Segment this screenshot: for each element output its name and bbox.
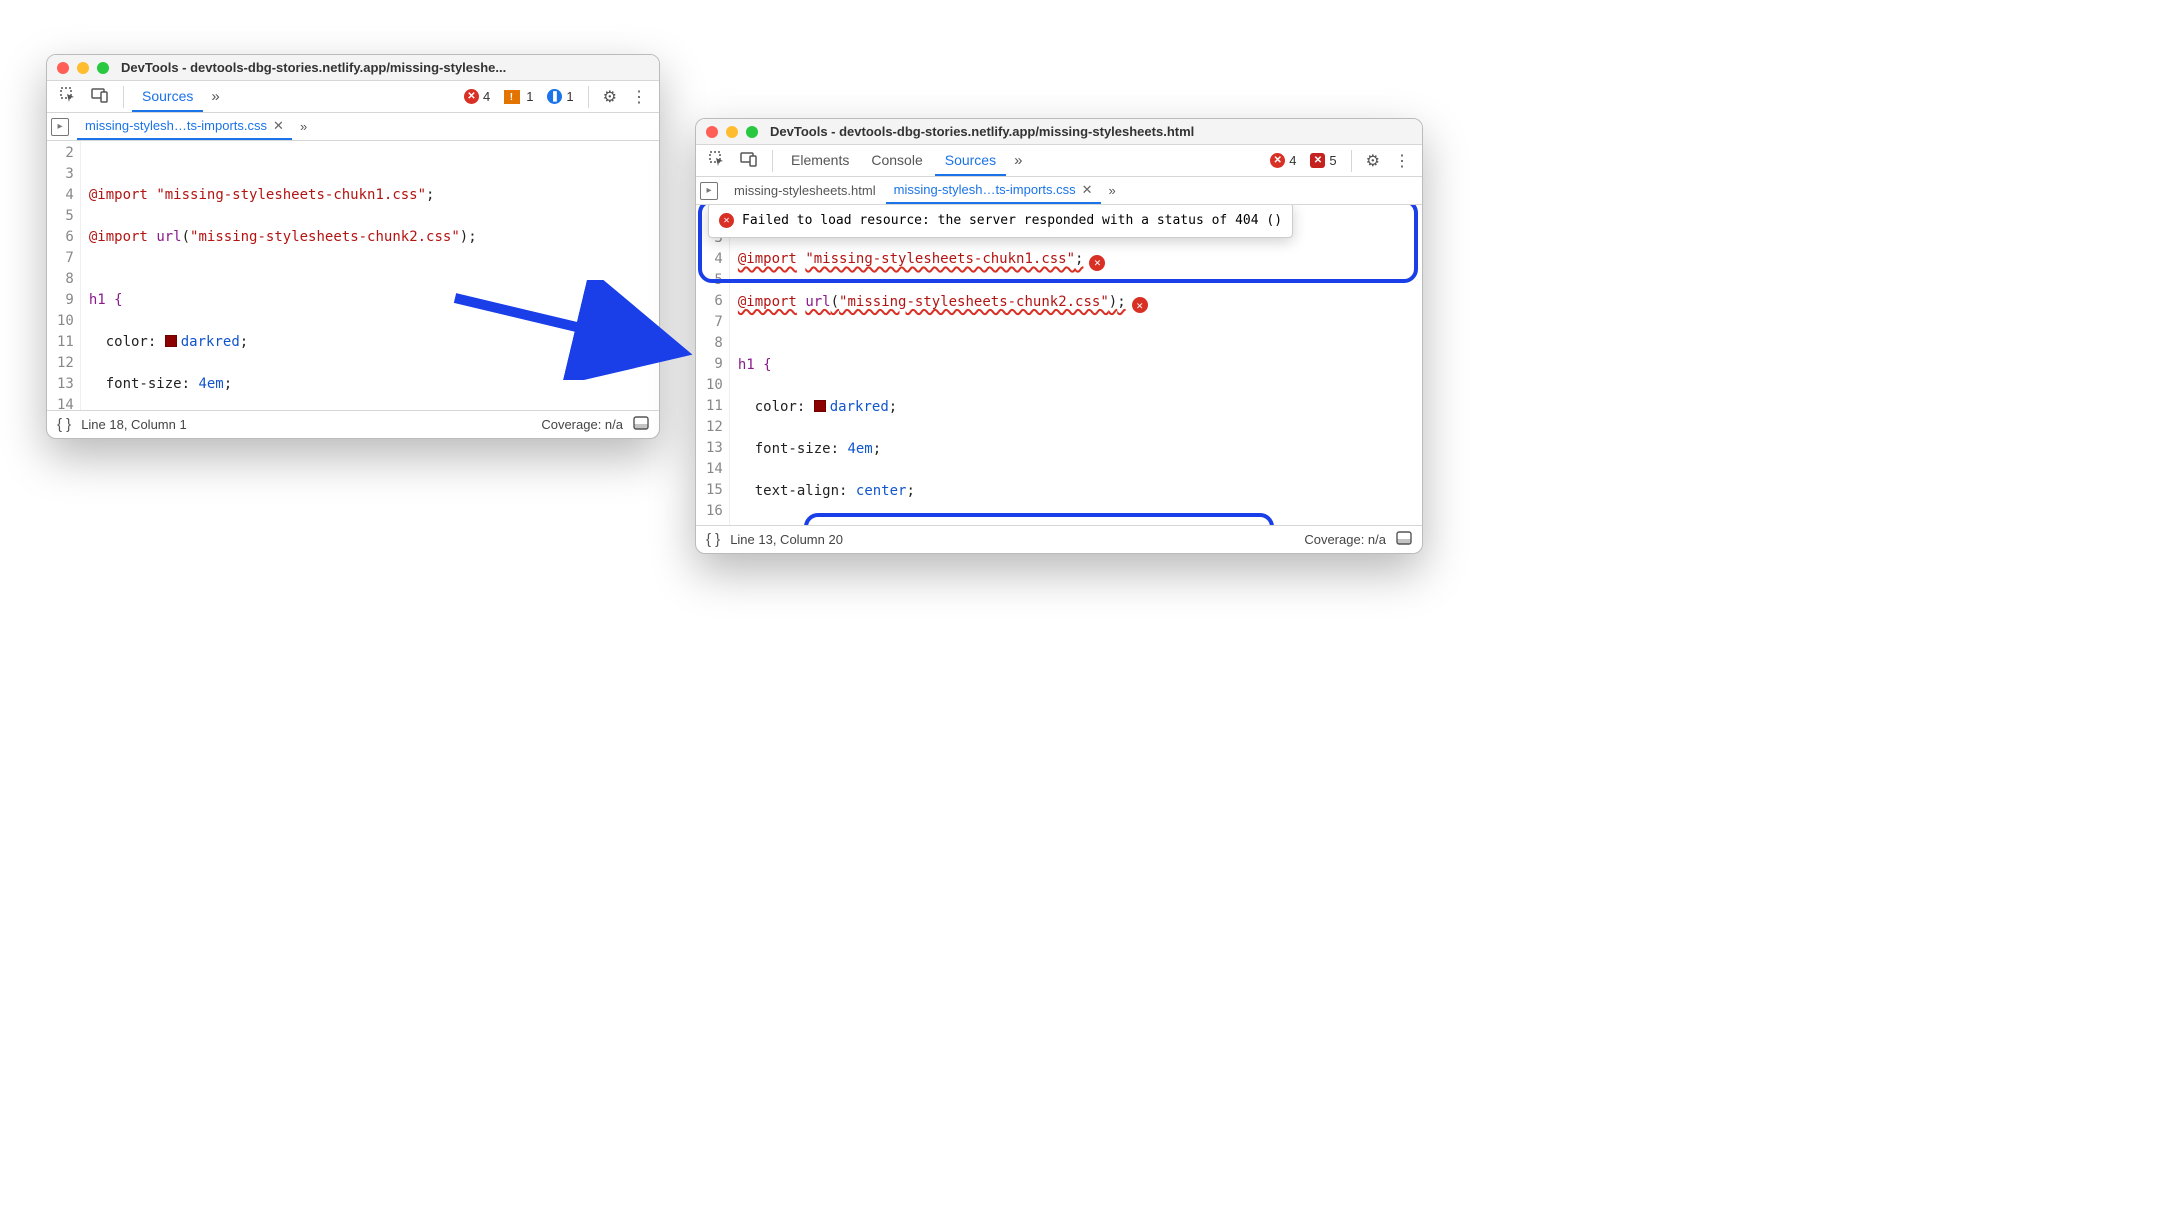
elements-tab[interactable]: Elements	[781, 146, 859, 176]
more-options-icon[interactable]: ⋮	[625, 83, 653, 111]
minimize-window-icon[interactable]	[77, 62, 89, 74]
devtools-toolbar: Sources » ✕4 1 ❚1 ⚙ ⋮	[47, 81, 659, 113]
error-icon: ✕	[719, 213, 734, 228]
separator	[772, 150, 773, 172]
error-icon: ✕	[1270, 153, 1285, 168]
window-title: DevTools - devtools-dbg-stories.netlify.…	[770, 124, 1194, 139]
minimize-window-icon[interactable]	[726, 126, 738, 138]
error-counter[interactable]: ✕4	[1264, 151, 1302, 170]
color-swatch-darkred[interactable]	[814, 400, 826, 412]
separator	[588, 86, 589, 108]
more-file-tabs-icon[interactable]: »	[1103, 181, 1122, 200]
window-title: DevTools - devtools-dbg-stories.netlify.…	[121, 60, 506, 75]
traffic-lights	[706, 126, 758, 138]
titlebar[interactable]: DevTools - devtools-dbg-stories.netlify.…	[696, 119, 1422, 145]
code-editor[interactable]: 23456789101112131415161718 @import "miss…	[696, 205, 1422, 525]
error-icon[interactable]: ✕	[1089, 255, 1105, 271]
close-tab-icon[interactable]: ✕	[1082, 182, 1093, 198]
code-content[interactable]: @import "missing-stylesheets-chukn1.css"…	[81, 141, 485, 410]
coverage-label: Coverage: n/a	[1304, 532, 1386, 547]
cursor-position: Line 18, Column 1	[81, 417, 187, 432]
file-tab-css[interactable]: missing-stylesh…ts-imports.css ✕	[886, 178, 1101, 204]
device-toolbar-icon[interactable]	[85, 83, 115, 111]
more-tabs-icon[interactable]: »	[205, 84, 225, 109]
sources-tab[interactable]: Sources	[935, 146, 1006, 176]
more-options-icon[interactable]: ⋮	[1388, 147, 1416, 175]
settings-icon[interactable]: ⚙	[1360, 147, 1386, 175]
issue-icon: ❚	[547, 89, 562, 104]
error-counter[interactable]: ✕4	[458, 87, 496, 106]
toggle-navigator-icon[interactable]: ▸	[51, 118, 69, 136]
cursor-position: Line 13, Column 20	[730, 532, 843, 547]
settings-icon[interactable]: ⚙	[597, 83, 623, 111]
statusbar: { } Line 18, Column 1 Coverage: n/a	[47, 410, 659, 438]
devtools-window-left: DevTools - devtools-dbg-stories.netlify.…	[46, 54, 660, 439]
inspect-icon[interactable]	[53, 82, 83, 112]
close-window-icon[interactable]	[706, 126, 718, 138]
issue-counter[interactable]: ❚1	[541, 87, 579, 106]
error-tooltip: ✕ Failed to load resource: the server re…	[708, 205, 1293, 238]
separator	[123, 86, 124, 108]
devtools-window-right: DevTools - devtools-dbg-stories.netlify.…	[695, 118, 1423, 554]
console-tab[interactable]: Console	[861, 146, 932, 176]
file-tab-row: ▸ missing-stylesh…ts-imports.css ✕ »	[47, 113, 659, 141]
file-tab-row: ▸ missing-stylesheets.html missing-style…	[696, 177, 1422, 205]
file-tab-html[interactable]: missing-stylesheets.html	[726, 179, 884, 202]
statusbar: { } Line 13, Column 20 Coverage: n/a	[696, 525, 1422, 553]
devtools-toolbar: Elements Console Sources » ✕4 ✕5 ⚙ ⋮	[696, 145, 1422, 177]
more-file-tabs-icon[interactable]: »	[294, 117, 313, 136]
issue-error-counter[interactable]: ✕5	[1304, 151, 1342, 170]
error-icon[interactable]: ✕	[1132, 297, 1148, 313]
close-tab-icon[interactable]: ✕	[273, 118, 284, 134]
toggle-navigator-icon[interactable]: ▸	[700, 182, 718, 200]
more-tabs-icon[interactable]: »	[1008, 148, 1028, 173]
error-icon: ✕	[464, 89, 479, 104]
zoom-window-icon[interactable]	[746, 126, 758, 138]
warning-icon	[504, 90, 520, 104]
arrow-icon	[445, 280, 725, 380]
zoom-window-icon[interactable]	[97, 62, 109, 74]
inspect-icon[interactable]	[702, 146, 732, 176]
warning-counter[interactable]: 1	[498, 87, 539, 106]
coverage-label: Coverage: n/a	[541, 417, 623, 432]
traffic-lights	[57, 62, 109, 74]
device-toolbar-icon[interactable]	[734, 147, 764, 175]
toggle-bottom-drawer-icon[interactable]	[1396, 531, 1412, 549]
titlebar[interactable]: DevTools - devtools-dbg-stories.netlify.…	[47, 55, 659, 81]
issue-error-icon: ✕	[1310, 153, 1325, 168]
code-content[interactable]: @import "missing-stylesheets-chukn1.css"…	[730, 205, 1156, 525]
gutter: 23456789101112131415161718	[47, 141, 81, 410]
file-tab[interactable]: missing-stylesh…ts-imports.css ✕	[77, 114, 292, 140]
separator	[1351, 150, 1352, 172]
toggle-bottom-drawer-icon[interactable]	[633, 416, 649, 434]
color-swatch-darkred[interactable]	[165, 335, 177, 347]
sources-tab[interactable]: Sources	[132, 82, 203, 112]
pretty-print-icon[interactable]: { }	[706, 531, 720, 548]
pretty-print-icon[interactable]: { }	[57, 416, 71, 433]
close-window-icon[interactable]	[57, 62, 69, 74]
